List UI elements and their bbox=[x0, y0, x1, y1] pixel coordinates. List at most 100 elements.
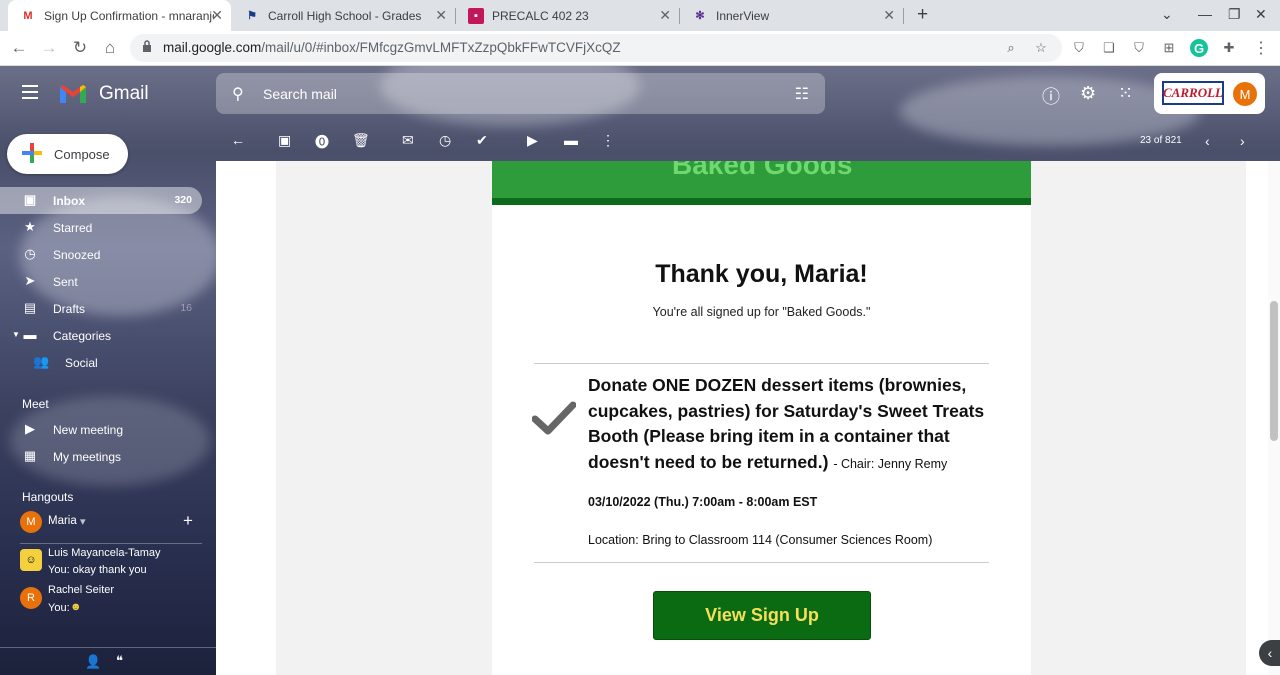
compose-button[interactable]: Compose bbox=[7, 134, 128, 174]
sidebar-item-drafts[interactable]: ▤ Drafts 16 bbox=[0, 295, 202, 322]
restore-icon[interactable]: ❐ bbox=[1228, 6, 1241, 23]
view-sign-up-button[interactable]: View Sign Up bbox=[653, 591, 871, 640]
zoom-icon[interactable]: ⌕ bbox=[1002, 39, 1020, 57]
gmail-header: Gmail ⚲ Search mail ☷ ⓘ ⚙ ⁙ CARROLL M bbox=[0, 66, 1280, 121]
contact-last-message: You: bbox=[48, 602, 70, 614]
tab-innerview[interactable]: ✻ InnerView ✕ bbox=[680, 0, 903, 31]
person-icon[interactable]: 👤 bbox=[85, 654, 101, 670]
archive-icon[interactable]: ▣ bbox=[278, 132, 291, 149]
tab-carroll-grades[interactable]: ⚑ Carroll High School - Grades ✕ bbox=[232, 0, 455, 31]
sidebar-item-snoozed[interactable]: ◷ Snoozed bbox=[0, 241, 202, 268]
menu-kebab-icon[interactable]: ⋮ bbox=[1252, 39, 1270, 57]
sidebar-item-categories[interactable]: ▼ ▬ Categories bbox=[0, 322, 202, 349]
mark-unread-icon[interactable]: ✉ bbox=[402, 132, 414, 149]
url-text: mail.google.com/mail/u/0/#inbox/FMfcgzGm… bbox=[163, 40, 621, 55]
grid-extension-icon[interactable]: ⊞ bbox=[1160, 39, 1178, 57]
close-icon[interactable]: ✕ bbox=[211, 7, 223, 24]
emoji-icon: ☻ bbox=[70, 601, 82, 613]
reload-icon[interactable]: ↻ bbox=[69, 37, 91, 59]
forward-icon[interactable]: → bbox=[38, 37, 60, 59]
sidebar-item-inbox[interactable]: ▣ Inbox 320 bbox=[0, 187, 202, 214]
sidebar-item-label: Starred bbox=[53, 221, 93, 235]
signed-up-text: You're all signed up for "Baked Goods." bbox=[652, 305, 871, 319]
copy-extension-icon[interactable]: ❏ bbox=[1100, 39, 1118, 57]
shield-extension-icon[interactable]: ⛉ bbox=[1070, 39, 1088, 57]
calendar-icon: ▦ bbox=[23, 448, 37, 463]
add-chat-icon[interactable]: + bbox=[183, 511, 193, 531]
tab-title: Carroll High School - Grades bbox=[268, 8, 422, 23]
main-menu-icon[interactable] bbox=[22, 85, 38, 99]
account-area[interactable]: CARROLL M bbox=[1154, 73, 1265, 114]
contact-name: Rachel Seiter bbox=[48, 584, 115, 596]
contact-last-message: You: okay thank you bbox=[48, 564, 147, 576]
pagination-text: 23 of 821 bbox=[1140, 135, 1182, 146]
scrollbar-thumb[interactable] bbox=[1270, 301, 1278, 441]
url-path: /mail/u/0/#inbox/FMfcgzGmvLMFTxZzpQbkFFw… bbox=[261, 40, 621, 55]
slot-description: Donate ONE DOZEN dessert items (brownies… bbox=[588, 373, 988, 477]
apps-grid-icon[interactable]: ⁙ bbox=[1118, 83, 1133, 104]
delete-icon[interactable]: 🗑 bbox=[352, 132, 370, 149]
slot-chair: - Chair: Jenny Remy bbox=[833, 456, 948, 471]
close-icon[interactable]: ✕ bbox=[659, 7, 671, 24]
tab-search-icon[interactable]: ⌄ bbox=[1161, 6, 1173, 23]
bookmark-star-icon[interactable]: ☆ bbox=[1032, 39, 1050, 57]
grammarly-icon[interactable]: G bbox=[1190, 39, 1208, 57]
new-tab-button[interactable]: + bbox=[917, 4, 928, 26]
carroll-logo: CARROLL bbox=[1162, 81, 1224, 105]
report-spam-icon[interactable]: ⓿ bbox=[315, 132, 329, 152]
tab-sign-up-confirmation[interactable]: M Sign Up Confirmation - mnaranjo ✕ bbox=[8, 0, 231, 31]
help-icon[interactable]: ⓘ bbox=[1042, 83, 1060, 109]
shield-check-extension-icon[interactable]: ⛉ bbox=[1130, 39, 1148, 57]
side-panel-toggle-icon[interactable]: ‹ bbox=[1259, 640, 1280, 666]
my-meetings-button[interactable]: ▦ My meetings bbox=[0, 443, 202, 470]
back-to-inbox-icon[interactable]: ← bbox=[231, 132, 245, 148]
more-options-icon[interactable]: ⋮ bbox=[601, 132, 615, 149]
thank-you-heading: Thank you, Maria! bbox=[655, 260, 868, 288]
hangouts-self-name[interactable]: Maria bbox=[48, 515, 77, 527]
hangouts-icon[interactable]: ❝ bbox=[116, 653, 123, 669]
gmail-wordmark: Gmail bbox=[99, 83, 149, 104]
sidebar-item-sent[interactable]: ➤ Sent bbox=[0, 268, 202, 295]
search-input[interactable]: Search mail bbox=[263, 86, 337, 102]
search-box[interactable]: ⚲ Search mail ☷ bbox=[216, 73, 825, 114]
email-banner: Baked Goods bbox=[492, 161, 1031, 205]
older-chevron-icon[interactable]: › bbox=[1240, 133, 1245, 149]
clock-icon: ◷ bbox=[24, 246, 36, 261]
school-icon: ⚑ bbox=[247, 10, 257, 22]
sidebar-item-label: Sent bbox=[53, 275, 78, 289]
banner-title: Baked Goods bbox=[672, 161, 853, 180]
close-icon[interactable]: ✕ bbox=[435, 7, 447, 24]
spongebob-avatar-icon: ☺ bbox=[20, 549, 42, 571]
sidebar-item-starred[interactable]: ★ Starred bbox=[0, 214, 202, 241]
move-to-icon[interactable]: ▶ bbox=[527, 132, 538, 149]
settings-gear-icon[interactable]: ⚙ bbox=[1080, 83, 1096, 104]
search-icon[interactable]: ⚲ bbox=[232, 84, 244, 104]
innerview-icon: ✻ bbox=[695, 10, 705, 22]
home-icon[interactable]: ⌂ bbox=[99, 37, 121, 59]
address-bar[interactable]: mail.google.com/mail/u/0/#inbox/FMfcgzGm… bbox=[130, 34, 1062, 62]
contact-avatar: R bbox=[20, 587, 42, 609]
gmail-logo-icon bbox=[60, 85, 86, 103]
tab-precalc[interactable]: ▪ PRECALC 402 23 ✕ bbox=[456, 0, 679, 31]
account-avatar[interactable]: M bbox=[1233, 82, 1257, 106]
minimize-icon[interactable]: — bbox=[1198, 6, 1212, 22]
close-icon[interactable]: ✕ bbox=[883, 7, 895, 24]
status-caret-icon[interactable]: ▾ bbox=[80, 515, 86, 528]
add-to-tasks-icon[interactable]: ✔ bbox=[476, 132, 488, 149]
newer-chevron-icon[interactable]: ‹ bbox=[1205, 133, 1210, 149]
inbox-icon: ▣ bbox=[23, 192, 37, 207]
extensions-puzzle-icon[interactable]: ✚ bbox=[1220, 39, 1238, 57]
self-avatar[interactable]: M bbox=[20, 511, 42, 533]
compose-label: Compose bbox=[54, 147, 110, 162]
gmail-icon: M bbox=[23, 9, 33, 22]
label-icon[interactable]: ▬ bbox=[564, 132, 578, 148]
new-meeting-button[interactable]: ▶ New meeting bbox=[0, 416, 202, 443]
video-camera-icon: ▶ bbox=[25, 421, 35, 436]
close-window-icon[interactable]: ✕ bbox=[1255, 6, 1267, 23]
back-icon[interactable]: ← bbox=[8, 37, 30, 59]
divider bbox=[534, 363, 989, 364]
sidebar-item-social[interactable]: 👥 Social bbox=[0, 349, 202, 376]
snooze-icon[interactable]: ◷ bbox=[439, 132, 451, 149]
message-toolbar: ← ▣ ⓿ 🗑 ✉ ◷ ✔ ▶ ▬ ⋮ bbox=[216, 125, 1280, 155]
search-options-icon[interactable]: ☷ bbox=[795, 84, 809, 104]
